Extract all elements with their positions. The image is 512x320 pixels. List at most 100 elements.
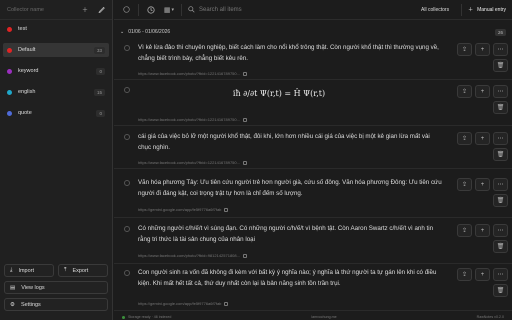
more-button[interactable]: ⋯ [493, 268, 508, 281]
entry-select-radio[interactable] [124, 226, 130, 232]
delete-button[interactable]: 🗑 [493, 240, 508, 253]
add-button[interactable]: + [475, 224, 490, 237]
add-button[interactable]: + [475, 43, 490, 56]
search-input[interactable]: Search all items [199, 7, 242, 13]
date-group-header[interactable]: ⌄ 01/06 - 01/06/2026 26 [120, 27, 506, 37]
entry-select-radio[interactable] [124, 45, 130, 51]
collector-item-default[interactable]: Default 33 [3, 43, 109, 57]
delete-button[interactable]: 🗑 [493, 101, 508, 114]
more-button[interactable]: ⋯ [493, 43, 508, 56]
import-button[interactable]: ⤓ Import [4, 264, 54, 277]
more-button[interactable]: ⋯ [493, 178, 508, 191]
entry-select-radio[interactable] [124, 134, 130, 140]
entry-url: https://gemini.google.com/app/fe5f9776a6… [138, 301, 222, 306]
collector-name-input[interactable]: Collector name [5, 4, 75, 16]
share-button[interactable]: ⇪ [457, 268, 472, 281]
entry-select-radio[interactable] [124, 180, 130, 186]
collector-item-test[interactable]: test [3, 22, 109, 36]
settings-label: Settings [20, 301, 41, 308]
plus-icon: + [480, 88, 485, 95]
more-button[interactable]: ⋯ [493, 224, 508, 237]
sidebar-header: Collector name ＋ [0, 0, 112, 20]
copy-icon[interactable] [242, 160, 247, 165]
entry-actions: ⇪ + ⋯ 🗑 [452, 85, 508, 114]
collector-name: quote [18, 110, 32, 116]
manual-entry-label: Manual entry [477, 6, 506, 13]
collector-name: english [18, 89, 36, 95]
color-dot [7, 26, 12, 32]
collector-item-english[interactable]: english 15 [3, 85, 109, 99]
list-item[interactable]: iħ ∂/∂t Ψ(r,t) = Ĥ Ψ(r,t) https://www.fa… [114, 82, 512, 126]
entry-source[interactable]: https://www.facebook.com/photo/?fbid=981… [138, 253, 247, 258]
chevron-down-icon: ▾ [171, 6, 175, 13]
entry-source[interactable]: https://www.facebook.com/photo/?fbid=122… [138, 160, 247, 165]
settings-button[interactable]: ⚙ Settings [4, 298, 108, 311]
add-button[interactable]: + [475, 85, 490, 98]
share-button[interactable]: ⇪ [457, 85, 472, 98]
share-button[interactable]: ⇪ [457, 224, 472, 237]
entry-url: https://gemini.google.com/app/fe5f9776a6… [138, 207, 222, 212]
delete-button[interactable]: 🗑 [493, 194, 508, 207]
collector-count: 15 [93, 88, 105, 96]
entry-source[interactable]: https://gemini.google.com/app/fe5f9776a6… [138, 301, 229, 306]
plus-icon: + [480, 46, 485, 53]
more-icon: ⋯ [497, 89, 504, 95]
entry-source[interactable]: https://www.facebook.com/photo/?fbid=122… [138, 71, 247, 76]
status-right: RawNotes v0.2.0 [476, 315, 504, 319]
entry-select-radio[interactable] [124, 270, 130, 276]
export-label: Export [72, 267, 89, 274]
select-all-checkbox[interactable] [120, 4, 132, 16]
delete-button[interactable]: 🗑 [493, 284, 508, 297]
entry-source[interactable]: https://www.facebook.com/photo/?fbid=122… [138, 117, 247, 122]
list-item[interactable]: Có những người c/h/ế/t vì súng đạn. Có n… [114, 221, 512, 264]
more-button[interactable]: ⋯ [493, 132, 508, 145]
collector-name: keyword [18, 68, 39, 74]
share-icon: ⇪ [461, 272, 468, 278]
search-icon [188, 6, 195, 13]
add-button[interactable]: + [475, 268, 490, 281]
import-label: Import [18, 267, 35, 274]
trash-icon: 🗑 [496, 198, 505, 204]
collector-item-keyword[interactable]: keyword 0 [3, 64, 109, 78]
copy-icon[interactable] [224, 207, 229, 212]
add-collector-button[interactable]: ＋ [79, 4, 91, 16]
view-logs-button[interactable]: ▤ View logs [4, 281, 108, 294]
delete-button[interactable]: 🗑 [493, 59, 508, 72]
collector-item-quote[interactable]: quote 0 [3, 106, 109, 120]
collector-name: Default [18, 47, 36, 53]
export-button[interactable]: ⤒ Export [58, 264, 108, 277]
clock-filter-button[interactable] [145, 4, 157, 16]
share-button[interactable]: ⇪ [457, 43, 472, 56]
add-button[interactable]: + [475, 178, 490, 191]
share-icon: ⇪ [461, 47, 468, 53]
list-item[interactable]: Văn hóa phương Tây: Ưu tiên cứu người tr… [114, 175, 512, 218]
search-bar[interactable]: Search all items [188, 6, 409, 13]
copy-icon[interactable] [242, 117, 247, 122]
list-item[interactable]: Con người sinh ra vốn đã không đi kèm vớ… [114, 265, 512, 311]
main-panel: ▦ ▾ Search all items All collectors ＋ Man… [114, 0, 512, 320]
copy-icon[interactable] [224, 301, 229, 306]
copy-icon[interactable] [242, 71, 247, 76]
share-button[interactable]: ⇪ [457, 132, 472, 145]
plus-icon: ＋ [468, 7, 474, 13]
collector-filter-dropdown[interactable]: All collectors [415, 7, 455, 13]
delete-button[interactable]: 🗑 [493, 148, 508, 161]
view-logs-label: View logs [21, 284, 45, 291]
share-button[interactable]: ⇪ [457, 178, 472, 191]
entry-url: https://www.facebook.com/photo/?fbid=122… [138, 117, 240, 122]
copy-icon[interactable] [242, 253, 247, 258]
status-bar: Storage ready · 46 indexed lamvochung.me… [114, 314, 512, 320]
edit-collector-button[interactable] [95, 4, 107, 16]
status-dot [122, 315, 125, 319]
list-item[interactable]: Vì kẻ lừa đảo thì chuyên nghiệp, biết cá… [114, 40, 512, 80]
manual-entry-button[interactable]: ＋ Manual entry [468, 6, 506, 14]
plus-icon: + [480, 181, 485, 188]
add-button[interactable]: + [475, 132, 490, 145]
view-mode-button[interactable]: ▦ ▾ [163, 4, 175, 16]
toolbar: ▦ ▾ Search all items All collectors ＋ Man… [114, 0, 512, 20]
plus-icon: + [480, 135, 485, 142]
entry-source[interactable]: https://gemini.google.com/app/fe5f9776a6… [138, 207, 229, 212]
clock-icon [147, 5, 155, 14]
more-button[interactable]: ⋯ [493, 85, 508, 98]
list-item[interactable]: cái giá của việc bỏ lỡ một người khổ thậ… [114, 129, 512, 169]
